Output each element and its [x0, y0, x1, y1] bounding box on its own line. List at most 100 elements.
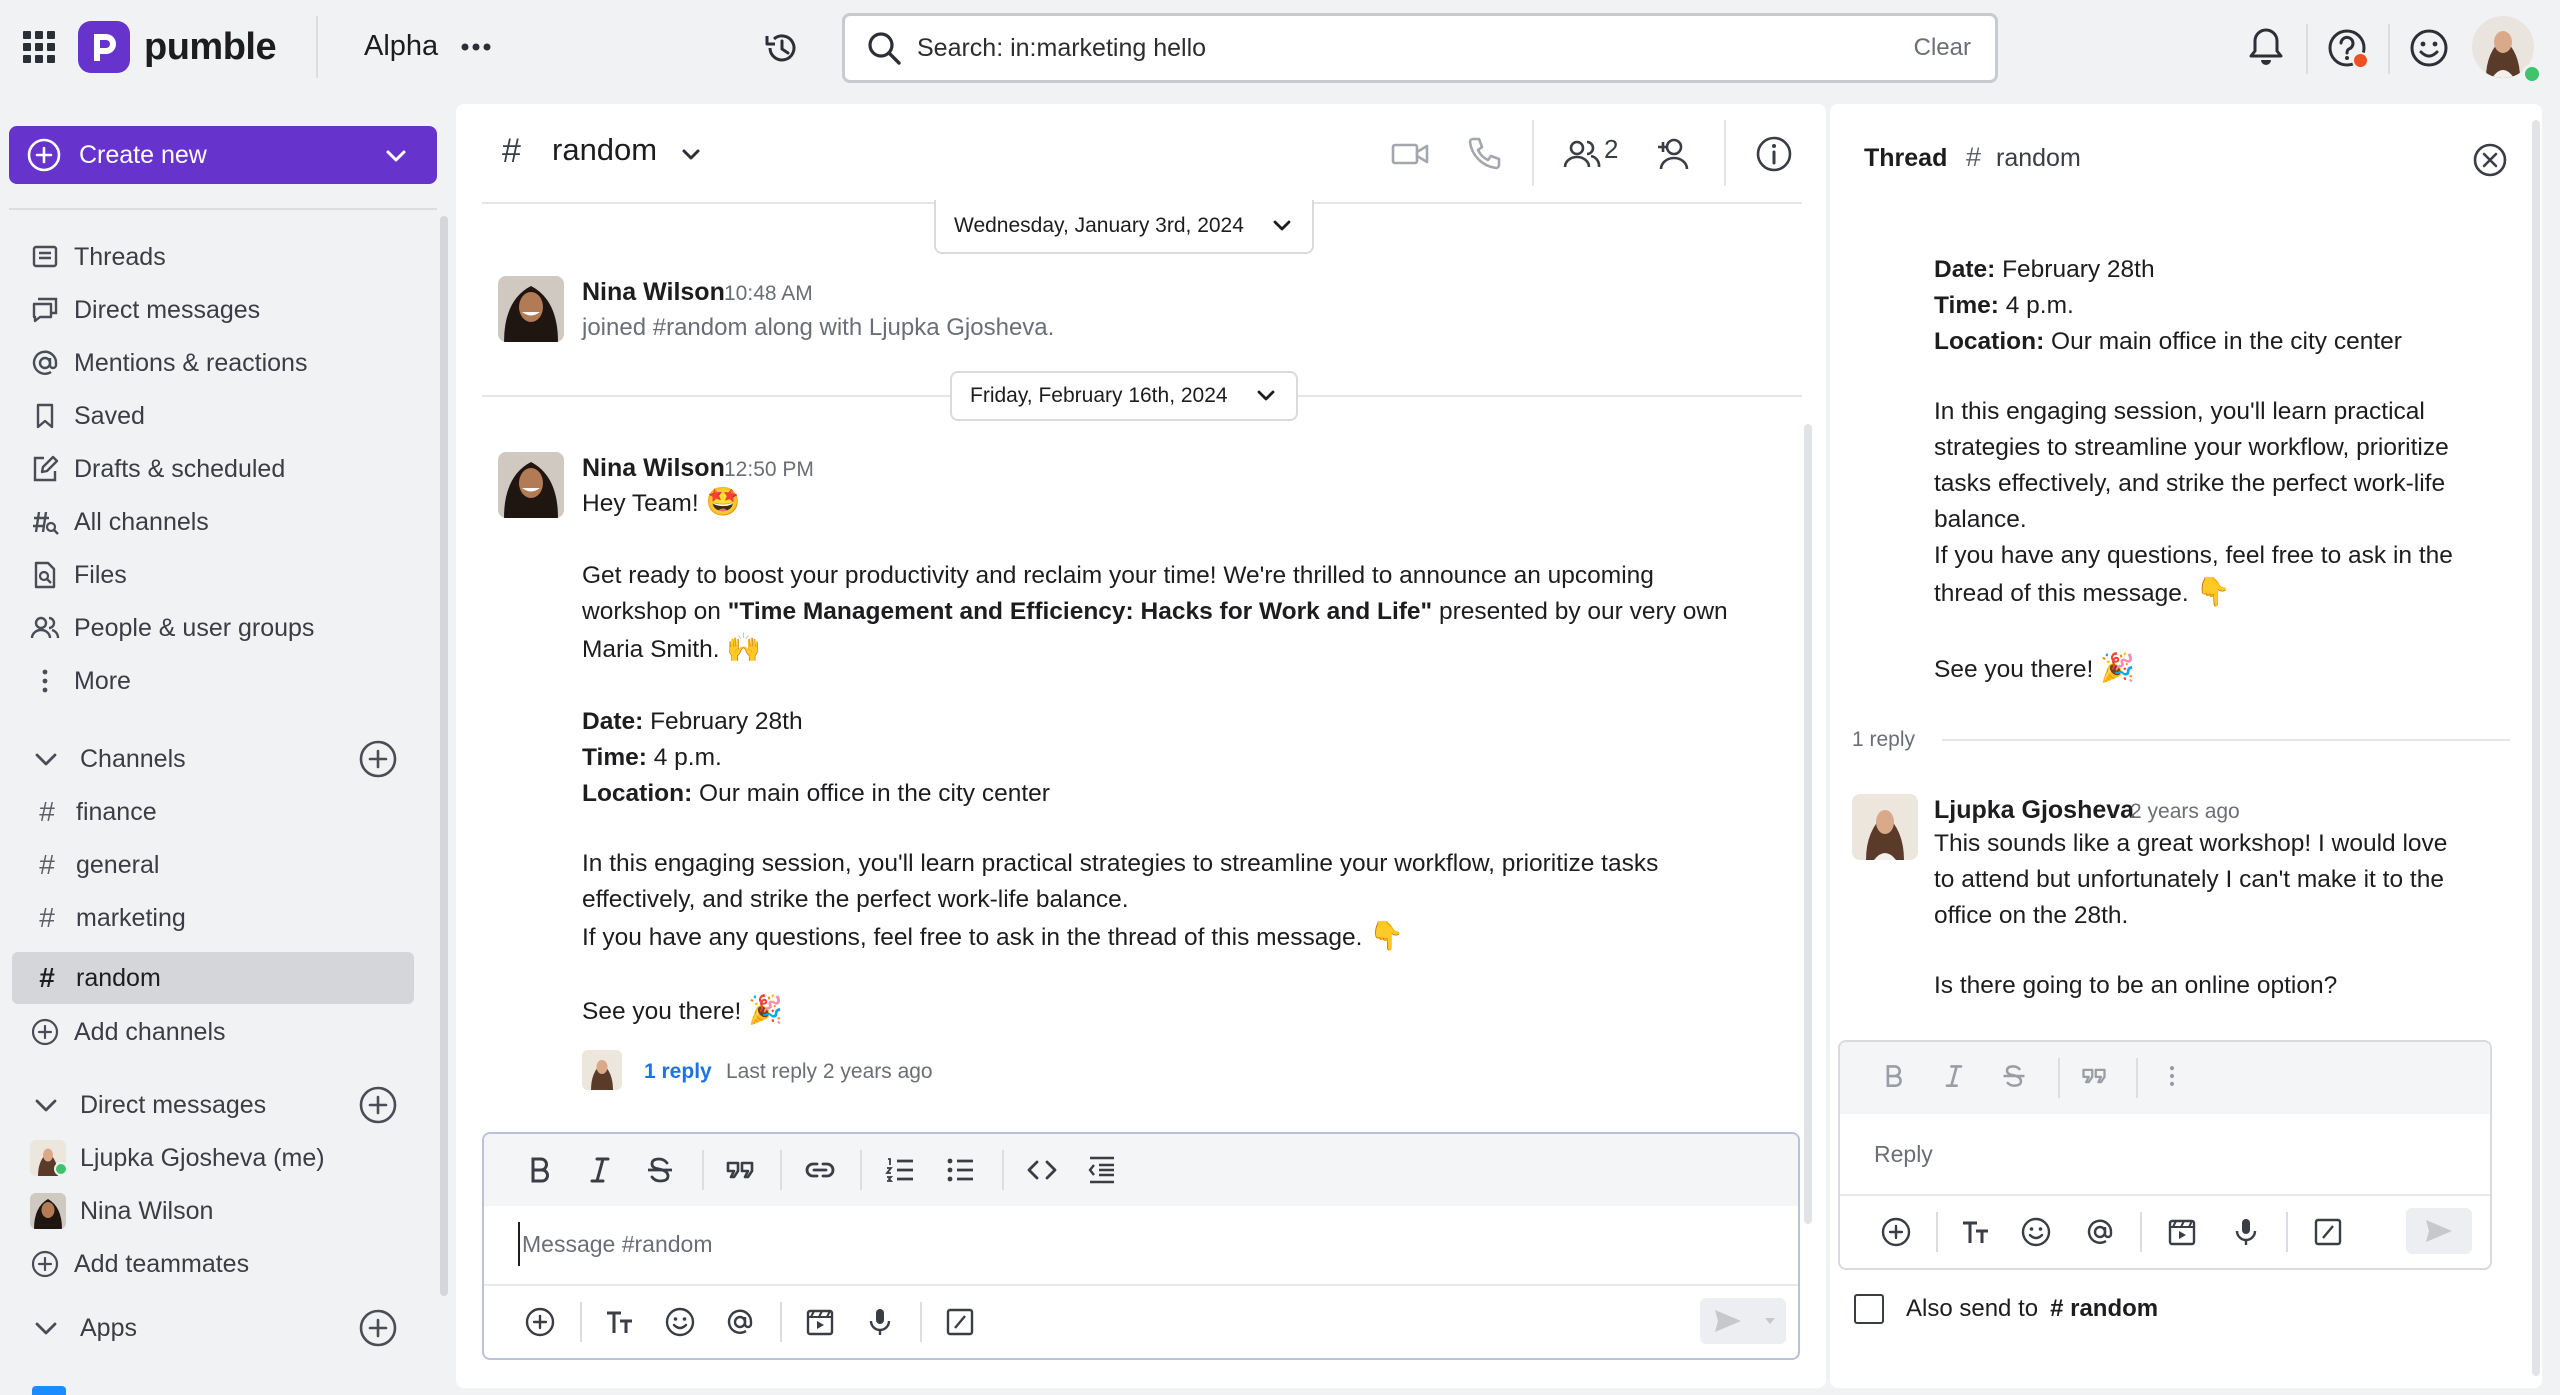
microphone-icon[interactable]	[864, 1306, 896, 1338]
channel-title[interactable]: random	[552, 132, 657, 168]
sidebar-channel-finance[interactable]: # finance	[12, 786, 414, 838]
date-divider-pill[interactable]: Friday, February 16th, 2024	[950, 371, 1298, 421]
add-attachment-icon[interactable]	[1880, 1216, 1912, 1248]
code-block-icon[interactable]	[1086, 1154, 1118, 1186]
members-icon[interactable]	[1562, 134, 1602, 174]
message-input[interactable]	[518, 1222, 1758, 1266]
message-author[interactable]: Nina Wilson	[582, 278, 725, 307]
chevron-down-icon	[1273, 220, 1291, 231]
create-new-button[interactable]: Create new	[9, 126, 437, 184]
apps-section-toggle[interactable]: Apps	[12, 1302, 414, 1354]
send-reply-button[interactable]	[2406, 1208, 2472, 1254]
more-vertical-icon[interactable]	[2158, 1062, 2186, 1090]
add-member-icon[interactable]	[1654, 134, 1694, 174]
reply-timestamp[interactable]: 2 years ago	[2130, 800, 2240, 824]
channel-info-icon[interactable]	[1754, 134, 1794, 174]
history-icon[interactable]	[762, 28, 802, 68]
code-icon[interactable]	[1026, 1154, 1058, 1186]
sidebar-item-mentions-reactions[interactable]: Mentions & reactions	[12, 337, 414, 389]
send-icon[interactable]	[1712, 1306, 1744, 1336]
message-author[interactable]: Nina Wilson	[582, 454, 725, 483]
sidebar-channel-general[interactable]: # general	[12, 839, 414, 891]
member-count[interactable]: 2	[1604, 134, 1618, 165]
apps-grid-icon[interactable]	[22, 30, 56, 64]
italic-icon[interactable]	[584, 1154, 616, 1186]
strikethrough-icon[interactable]	[644, 1154, 676, 1186]
italic-icon[interactable]	[1940, 1062, 1968, 1090]
sidebar-item-direct-messages[interactable]: Direct messages	[12, 284, 414, 336]
sidebar-item-files[interactable]: Files	[12, 549, 414, 601]
search-bar[interactable]: Clear	[842, 13, 1998, 83]
bold-icon[interactable]	[1880, 1062, 1908, 1090]
microphone-icon[interactable]	[2230, 1216, 2262, 1248]
add-channel-icon[interactable]	[358, 739, 398, 779]
sidebar-channel-random[interactable]: # random	[12, 952, 414, 1004]
bullet-list-icon[interactable]	[944, 1154, 976, 1186]
sidebar-item-more[interactable]: More	[12, 655, 414, 707]
chevron-down-icon[interactable]	[1762, 1314, 1778, 1328]
status-emoji-icon[interactable]	[2408, 27, 2450, 69]
emoji-icon[interactable]	[664, 1306, 696, 1338]
sidebar-item-threads[interactable]: Threads	[12, 231, 414, 283]
mention-icon[interactable]	[724, 1306, 756, 1338]
emoji-icon[interactable]	[2020, 1216, 2052, 1248]
workspace-name[interactable]: Alpha	[364, 30, 438, 63]
thread-reply-input[interactable]	[1874, 1134, 2454, 1174]
message-timestamp[interactable]: 10:48 AM	[724, 282, 813, 306]
add-channels-button[interactable]: Add channels	[12, 1006, 414, 1058]
sidebar-item-drafts-scheduled[interactable]: Drafts & scheduled	[12, 443, 414, 495]
search-input[interactable]	[917, 33, 1914, 63]
divider	[2286, 1212, 2288, 1252]
chevron-down-icon[interactable]	[678, 142, 704, 168]
checkbox[interactable]	[1854, 1294, 1884, 1324]
direct-messages-section-toggle[interactable]: Direct messages	[12, 1079, 414, 1131]
quote-icon[interactable]	[724, 1154, 756, 1186]
message-line: Date: February 28th	[1934, 252, 2155, 288]
sidebar-item-people-user-groups[interactable]: People & user groups	[12, 602, 414, 654]
add-attachment-icon[interactable]	[524, 1306, 556, 1338]
channels-section-toggle[interactable]: Channels	[12, 733, 414, 785]
bold-icon[interactable]	[524, 1154, 556, 1186]
sidebar-item-saved[interactable]: Saved	[12, 390, 414, 442]
avatar[interactable]	[498, 452, 564, 518]
add-teammates-button[interactable]: Add teammates	[12, 1238, 414, 1290]
gif-video-icon[interactable]	[804, 1306, 836, 1338]
sidebar: Create new Threads Direct messages Menti…	[0, 106, 450, 1395]
app-icon[interactable]	[32, 1386, 66, 1395]
brand-name: pumble	[144, 25, 277, 68]
date-divider-pill[interactable]: Wednesday, January 3rd, 2024	[934, 200, 1314, 254]
quote-icon[interactable]	[2080, 1062, 2108, 1090]
thread-scrollbar[interactable]	[2532, 120, 2540, 1376]
sidebar-dm-ljupka[interactable]: Ljupka Gjosheva (me)	[12, 1132, 414, 1184]
message-scrollbar[interactable]	[1804, 424, 1812, 1224]
search-clear-button[interactable]: Clear	[1914, 34, 1971, 62]
sidebar-scrollbar[interactable]	[440, 216, 448, 1296]
numbered-list-icon[interactable]	[884, 1154, 916, 1186]
message-timestamp[interactable]: 12:50 PM	[724, 458, 814, 482]
sidebar-item-all-channels[interactable]: All channels	[12, 496, 414, 548]
sidebar-dm-nina[interactable]: Nina Wilson	[12, 1185, 414, 1237]
video-call-icon[interactable]	[1390, 134, 1430, 174]
sidebar-channel-marketing[interactable]: # marketing	[12, 892, 414, 944]
avatar[interactable]	[498, 276, 564, 342]
add-app-icon[interactable]	[358, 1308, 398, 1348]
slash-command-icon[interactable]	[2312, 1216, 2344, 1248]
mention-icon[interactable]	[2084, 1216, 2116, 1248]
also-send-to-channel-checkbox[interactable]: Also send to # random	[1854, 1294, 2158, 1324]
notifications-bell-icon[interactable]	[2246, 26, 2286, 68]
phone-call-icon[interactable]	[1464, 134, 1504, 174]
add-direct-message-icon[interactable]	[358, 1085, 398, 1125]
more-horizontal-icon[interactable]	[456, 30, 496, 64]
avatar[interactable]	[1852, 794, 1918, 860]
strikethrough-icon[interactable]	[2000, 1062, 2028, 1090]
text-format-icon[interactable]	[1960, 1216, 1992, 1248]
thread-channel-name[interactable]: random	[1996, 144, 2081, 173]
close-icon[interactable]	[2470, 140, 2510, 180]
text-format-icon[interactable]	[604, 1306, 636, 1338]
thread-reply-link[interactable]: 1 reply	[644, 1060, 712, 1084]
slash-command-icon[interactable]	[944, 1306, 976, 1338]
divider	[702, 1150, 704, 1190]
reply-author[interactable]: Ljupka Gjosheva	[1934, 796, 2134, 825]
link-icon[interactable]	[804, 1154, 836, 1186]
gif-video-icon[interactable]	[2166, 1216, 2198, 1248]
